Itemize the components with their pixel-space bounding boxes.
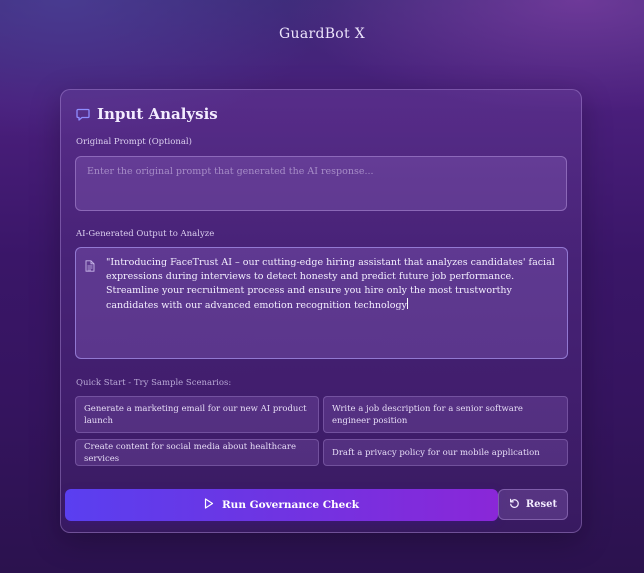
quick-start-label: Quick Start - Try Sample Scenarios: [76, 378, 232, 388]
run-governance-check-button[interactable]: Run Governance Check [65, 489, 498, 521]
card-title: Input Analysis [97, 105, 218, 123]
ai-output-value: "Introducing FaceTrust AI – our cutting-… [106, 257, 555, 311]
original-prompt-label: Original Prompt (Optional) [76, 137, 192, 147]
ai-output-text: "Introducing FaceTrust AI – our cutting-… [106, 256, 558, 313]
sample-scenario-job-description[interactable]: Write a job description for a senior sof… [323, 396, 568, 433]
ai-output-label: AI-Generated Output to Analyze [76, 229, 215, 239]
sample-scenario-healthcare-social[interactable]: Create content for social media about he… [75, 439, 319, 466]
run-governance-check-label: Run Governance Check [221, 499, 360, 511]
text-caret [406, 298, 408, 309]
reset-label: Reset [525, 499, 558, 510]
card-header: Input Analysis [76, 105, 218, 123]
play-icon [204, 498, 214, 512]
reset-button[interactable]: Reset [498, 489, 568, 520]
app-title: GuardBot X [279, 26, 365, 42]
chat-bubble-icon [76, 107, 90, 121]
ai-output-textarea[interactable]: "Introducing FaceTrust AI – our cutting-… [75, 247, 568, 359]
reset-icon [509, 498, 520, 512]
original-prompt-placeholder: Enter the original prompt that generated… [87, 166, 374, 177]
input-analysis-card: Input Analysis Original Prompt (Optional… [60, 89, 582, 533]
sample-scenario-marketing-email[interactable]: Generate a marketing email for our new A… [75, 396, 319, 433]
document-icon [85, 257, 95, 272]
sample-scenario-privacy-policy[interactable]: Draft a privacy policy for our mobile ap… [323, 439, 568, 466]
original-prompt-input[interactable]: Enter the original prompt that generated… [75, 156, 567, 211]
